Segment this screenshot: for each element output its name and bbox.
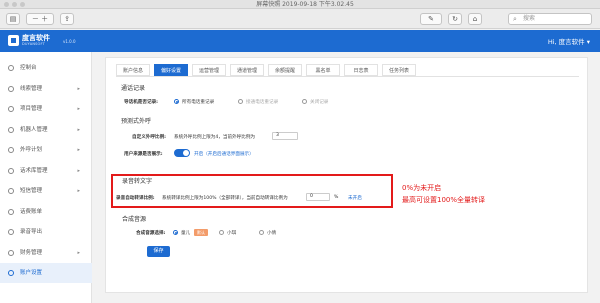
tts-label: 合成音源选择: [136, 231, 166, 236]
annotation-line-2: 最高可设置100%全量转译 [402, 196, 486, 204]
rotate-icon[interactable]: ↻ [448, 13, 462, 25]
chevron-right-icon: ▸ [77, 188, 80, 194]
call-record-option-0: 所有电话重记录 [182, 100, 215, 105]
call-record-option-0-radio[interactable] [174, 99, 179, 104]
sidebar-item-4[interactable]: 外呼计划 ▸ [0, 140, 92, 160]
toolbox-icon[interactable]: ⌂ [468, 13, 482, 25]
chevron-right-icon: ▸ [77, 106, 80, 112]
sidebar-item-label: 账户设置 [20, 270, 43, 276]
finance-icon [8, 249, 14, 256]
sidebar-item-5[interactable]: 话术库管理 ▸ [0, 161, 92, 181]
tab-2[interactable]: 运营管理 [192, 64, 226, 76]
chevron-right-icon: ▸ [77, 167, 80, 174]
ratio-label: 自定义外呼比例: [132, 135, 166, 140]
sidebar-item-label: 机器人管理 [20, 126, 48, 133]
tab-3[interactable]: 通道管理 [230, 64, 264, 76]
tts-option-0: 童儿 [181, 231, 191, 236]
call-record-label: 导话机是否记录: [124, 100, 158, 105]
settings-icon [8, 270, 14, 276]
sidebar-item-label: 财务管理 [20, 249, 43, 256]
chevron-right-icon: ▸ [77, 147, 80, 153]
sidebar-item-6[interactable]: 短信管理 ▸ [0, 181, 92, 201]
sidebar-item-9[interactable]: 财务管理 ▸ [0, 243, 92, 263]
sidebar-item-7[interactable]: 话费账单 [0, 202, 92, 222]
bill-icon [8, 208, 14, 215]
tab-5[interactable]: 黑名单 [306, 64, 340, 76]
call-record-option-2: 关闭记录 [310, 100, 329, 105]
predictive-heading: 预测式外呼 [121, 118, 152, 125]
minimize-window-button[interactable] [12, 2, 17, 7]
message-icon [8, 188, 14, 194]
tts-option-0-radio[interactable] [173, 230, 178, 235]
markup-icon[interactable]: ✎ [420, 13, 442, 25]
sidebar-item-2[interactable]: 项目管理 ▸ [0, 99, 92, 119]
tab-1[interactable]: 偏好设置 [154, 64, 188, 76]
chevron-right-icon: ▸ [77, 126, 80, 133]
highlight-box [111, 174, 393, 208]
folder-icon [8, 106, 14, 112]
tts-option-2-radio[interactable] [259, 230, 264, 235]
default-badge: 默认 [194, 229, 208, 236]
robot-icon [8, 126, 14, 133]
app-header: 度言软件 DUYANSOFT v1.0.0 Hi, 度言软件 ▾ [0, 30, 600, 52]
app-version: v1.0.0 [63, 39, 76, 44]
tab-7[interactable]: 任务列表 [382, 64, 416, 76]
window-titlebar: 屏幕快照 2019-09-18 下午3.02.45 [0, 0, 600, 9]
tts-option-1: 小琪 [227, 231, 237, 236]
ratio-input[interactable]: 3 [272, 132, 298, 140]
sidebar-item-label: 线索管理 [20, 85, 43, 92]
sidebar-item-1[interactable]: 线索管理 ▸ [0, 79, 92, 99]
tabs-divider [116, 76, 579, 77]
sidebar-item-label: 录音导出 [20, 229, 43, 235]
window-title: 屏幕快照 2019-09-18 下午3.02.45 [256, 1, 354, 8]
logo-icon [8, 35, 19, 46]
dashboard-icon [8, 65, 14, 71]
sidebar-item-label: 项目管理 [20, 106, 43, 112]
phone-icon [8, 147, 14, 153]
sidebar-item-label: 外呼计划 [20, 147, 43, 153]
tts-heading: 合成音源 [122, 216, 147, 223]
call-record-heading: 通话记录 [121, 85, 146, 92]
sidebar-item-label: 话术库管理 [20, 167, 48, 174]
app-window: 屏幕快照 2019-09-18 下午3.02.45 ▤ － ＋ ⇪ ✎ ↻ ⌂ … [0, 0, 600, 303]
close-window-button[interactable] [4, 2, 9, 7]
search-icon: ⌕ [513, 15, 517, 23]
chevron-right-icon: ▸ [77, 85, 80, 92]
sidebar-item-8[interactable]: 录音导出 [0, 222, 92, 242]
sidebar-item-0[interactable]: 控制台 [0, 58, 92, 78]
sidebar-item-label: 控制台 [20, 65, 37, 71]
sidebar-toggle-icon[interactable]: ▤ [6, 13, 20, 25]
chevron-right-icon: ▸ [77, 249, 80, 256]
ratio-description: 系统外呼比例上限为4，当前外呼比例为 [174, 135, 256, 140]
call-record-option-1: 接通电话重记录 [246, 100, 279, 105]
list-icon [8, 85, 14, 92]
sidebar: 控制台线索管理 ▸ 项目管理 ▸ 机器人管理 ▸ 外呼计划 ▸ 话术库管理 ▸ 短信管理 ▸ 话费账单录… [0, 52, 92, 303]
brand-subtitle: DUYANSOFT [22, 42, 46, 46]
user-menu[interactable]: Hi, 度言软件 ▾ [548, 36, 590, 46]
share-icon[interactable]: ⇪ [60, 13, 74, 25]
sidebar-item-10[interactable]: 账户设置 [0, 263, 92, 283]
zoom-buttons[interactable]: － ＋ [26, 13, 54, 25]
tab-4[interactable]: 余额提醒 [268, 64, 302, 76]
viewer-toolbar: ▤ － ＋ ⇪ ✎ ↻ ⌂ ⌕ 搜索 [0, 9, 600, 29]
save-button[interactable]: 保存 [147, 246, 170, 257]
source-reveal-text: 开启（开启后通话界面展示） [194, 152, 254, 157]
book-icon [8, 167, 14, 174]
sidebar-item-label: 短信管理 [20, 188, 43, 194]
annotation-line-1: 0%为未开启 [402, 184, 442, 192]
search-input[interactable]: ⌕ 搜索 [508, 13, 592, 25]
source-reveal-toggle[interactable] [174, 149, 190, 157]
call-record-option-2-radio[interactable] [302, 99, 307, 104]
sidebar-item-3[interactable]: 机器人管理 ▸ [0, 120, 92, 140]
search-placeholder: 搜索 [523, 15, 536, 22]
source-reveal-label: 用户来源是否展示: [124, 152, 163, 157]
tab-6[interactable]: 日志表 [344, 64, 378, 76]
tab-0[interactable]: 账户信息 [116, 64, 150, 76]
tts-option-1-radio[interactable] [219, 230, 224, 235]
sidebar-item-label: 话费账单 [20, 208, 43, 215]
record-icon [8, 229, 14, 235]
zoom-window-button[interactable] [20, 2, 25, 7]
call-record-option-1-radio[interactable] [238, 99, 243, 104]
tts-option-2: 小倩 [267, 231, 277, 236]
